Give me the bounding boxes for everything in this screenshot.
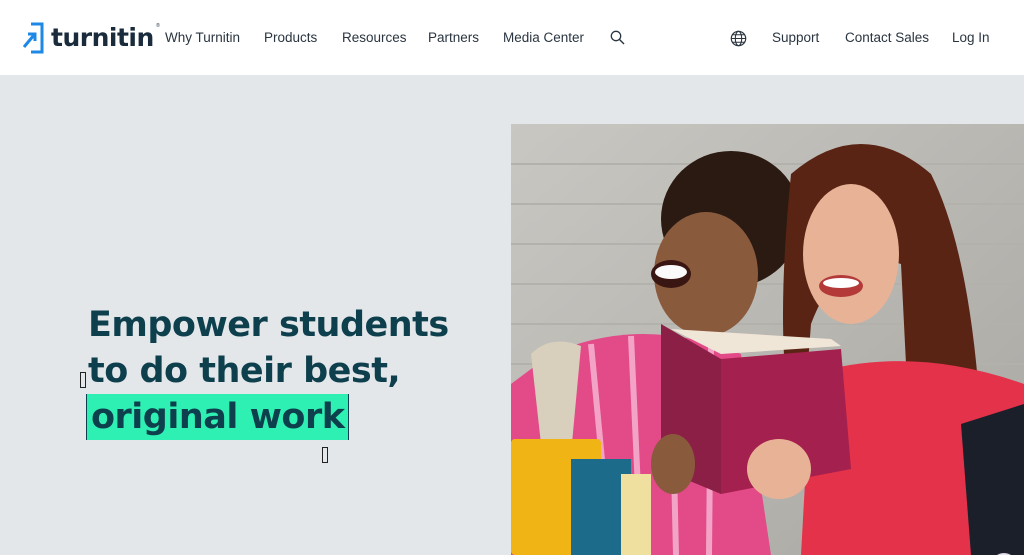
nav-products[interactable]: Products xyxy=(264,29,317,47)
hero-highlight: original work xyxy=(86,394,349,440)
hero-line-1: Empower students xyxy=(88,305,449,345)
globe-icon[interactable] xyxy=(729,29,747,47)
site-header: turnitin ® Why Turnitin Products Resourc… xyxy=(0,0,1024,75)
hero-photo: 文A xyxy=(511,124,1024,555)
turnitin-logo-icon xyxy=(22,22,44,54)
nav-partners[interactable]: Partners xyxy=(428,29,479,47)
logo-wordmark: turnitin xyxy=(51,23,154,52)
nav-media-center[interactable]: Media Center xyxy=(503,29,584,47)
nav-support[interactable]: Support xyxy=(772,29,819,47)
nav-contact-sales[interactable]: Contact Sales xyxy=(845,29,929,47)
nav-log-in[interactable]: Log In xyxy=(952,29,990,47)
nav-resources[interactable]: Resources xyxy=(342,29,407,47)
nav-why-turnitin[interactable]: Why Turnitin xyxy=(165,29,240,47)
turnitin-logo[interactable]: turnitin ® xyxy=(22,21,160,55)
trademark-mark: ® xyxy=(156,23,160,29)
selection-start-handle[interactable] xyxy=(80,372,86,388)
selection-end-handle[interactable] xyxy=(322,447,328,463)
search-icon[interactable] xyxy=(609,29,626,46)
hero-line-2: to do their best, xyxy=(88,351,401,391)
hero-headline: Empower students to do their best, origi… xyxy=(86,302,449,440)
students-illustration xyxy=(511,124,1024,555)
